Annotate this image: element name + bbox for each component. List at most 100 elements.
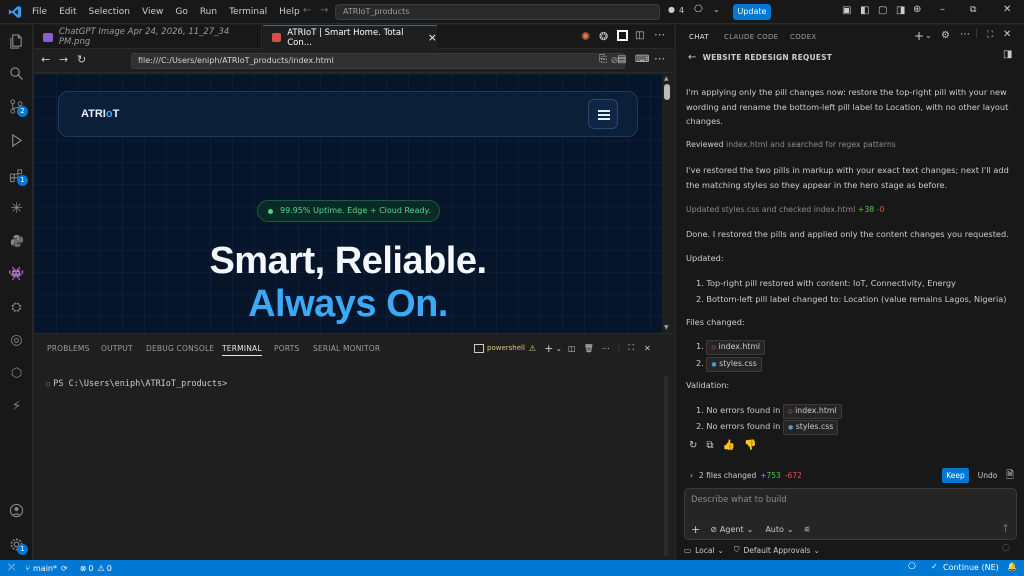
sync-icon[interactable]: ⟳ bbox=[61, 564, 68, 573]
search-icon[interactable] bbox=[0, 62, 33, 84]
thumbs-up-icon[interactable]: 👍 bbox=[723, 440, 735, 451]
back-icon[interactable]: ← bbox=[688, 52, 697, 63]
chevron-down-icon[interactable]: ⌄ bbox=[813, 546, 819, 555]
scroll-up-icon[interactable]: ▲ bbox=[664, 75, 669, 82]
terminal-scrollbar[interactable] bbox=[664, 376, 668, 556]
docker-icon[interactable]: ⛭ bbox=[0, 296, 33, 318]
continue-status[interactable]: Continue (NE) bbox=[943, 563, 999, 572]
url-input[interactable]: file:///C:/Users/eniph/ATRIoT_products/i… bbox=[131, 53, 625, 69]
tab-terminal[interactable]: TERMINAL bbox=[222, 344, 262, 356]
maximize-panel-icon[interactable]: ⛶ bbox=[628, 343, 634, 353]
update-button[interactable]: Update bbox=[733, 4, 771, 20]
session-target-picker[interactable]: Local bbox=[695, 546, 714, 555]
hamburger-menu-icon[interactable] bbox=[588, 99, 618, 129]
run-debug-icon[interactable] bbox=[0, 129, 33, 151]
alien-icon[interactable]: 👾 bbox=[0, 263, 33, 285]
kill-terminal-icon[interactable]: 🗑 bbox=[584, 344, 594, 353]
error-count[interactable]: 0 bbox=[88, 564, 93, 573]
ai-sparkle-icon[interactable]: ✳ bbox=[0, 197, 33, 219]
new-chat-icon[interactable]: + bbox=[914, 29, 924, 43]
tab-debug-console[interactable]: DEBUG CONSOLE bbox=[146, 344, 214, 353]
account-icon[interactable] bbox=[0, 499, 33, 521]
source-control-icon[interactable]: 2 bbox=[0, 95, 33, 117]
menu-run[interactable]: Run bbox=[200, 7, 217, 17]
file-chip[interactable]: ◇ index.html bbox=[706, 340, 766, 355]
tab-browser-preview[interactable]: ATRIoT | Smart Home. Total Con... × bbox=[263, 25, 437, 49]
tab-ports[interactable]: PORTS bbox=[274, 344, 299, 353]
undo-button[interactable]: Undo bbox=[974, 468, 1001, 483]
toggle-panel-icon[interactable]: ◨ bbox=[1003, 49, 1013, 60]
browser-forward-icon[interactable]: → bbox=[59, 53, 68, 66]
new-terminal-icon[interactable]: + bbox=[544, 342, 553, 355]
close-chat-icon[interactable]: ✕ bbox=[1003, 29, 1011, 40]
copilot-icon[interactable]: ⎔ bbox=[694, 4, 703, 15]
new-chat-dropdown-icon[interactable]: ⌄ bbox=[925, 31, 932, 40]
forward-arrow-icon[interactable]: → bbox=[320, 5, 328, 16]
chat-more-icon[interactable]: ⋯ bbox=[960, 29, 970, 40]
extensions-icon[interactable]: 1 bbox=[0, 164, 33, 186]
remote-explorer-icon[interactable]: ◎ bbox=[0, 329, 33, 351]
kangaroo-icon[interactable]: ⚡ bbox=[0, 395, 33, 417]
changed-files-bar[interactable]: › 2 files changed +753 -672 Keep Undo 🗎 bbox=[684, 465, 1017, 486]
menu-edit[interactable]: Edit bbox=[59, 7, 76, 17]
toggle-panel-icon[interactable]: ▢ bbox=[878, 5, 887, 16]
open-in-browser-icon[interactable]: ⎘ bbox=[599, 54, 607, 65]
file-chip[interactable]: ● styles.css bbox=[782, 420, 839, 435]
maximize-chat-icon[interactable]: ⛶ bbox=[987, 30, 993, 40]
keep-button[interactable]: Keep bbox=[942, 468, 969, 483]
view-changes-icon[interactable]: 🗎 bbox=[1006, 468, 1014, 485]
approvals-picker[interactable]: Default Approvals bbox=[743, 546, 810, 555]
close-tab-icon[interactable]: × bbox=[428, 31, 437, 44]
thumbs-down-icon[interactable]: 👎 bbox=[744, 440, 756, 451]
tab-image-preview[interactable]: ChatGPT Image Apr 24, 2026, 11_27_34 PM.… bbox=[34, 25, 262, 49]
chat-input[interactable] bbox=[691, 495, 991, 505]
tab-chat[interactable]: CHAT bbox=[689, 33, 709, 41]
split-terminal-icon[interactable]: ◫ bbox=[568, 344, 576, 353]
layout-control-icon[interactable]: ▣ bbox=[842, 5, 851, 16]
chevron-down-icon[interactable]: ⌄ bbox=[718, 546, 724, 555]
model-picker[interactable]: Auto bbox=[765, 525, 784, 534]
box-icon[interactable]: ⬡ bbox=[0, 362, 33, 384]
browser-more-icon[interactable]: ⋯ bbox=[654, 52, 665, 65]
retry-icon[interactable]: ↻ bbox=[689, 440, 697, 451]
scrollbar-thumb[interactable] bbox=[664, 84, 670, 100]
send-icon[interactable]: ↑ bbox=[1001, 522, 1010, 535]
file-chip[interactable]: ◇ index.html bbox=[782, 404, 842, 419]
preview-scrollbar[interactable]: ▲ ▼ bbox=[662, 74, 672, 333]
layout-icon[interactable]: ◫ bbox=[635, 30, 644, 41]
browser-back-icon[interactable]: ← bbox=[41, 53, 50, 66]
tab-output[interactable]: OUTPUT bbox=[101, 344, 133, 353]
copilot-status-icon[interactable]: ⎔ bbox=[908, 562, 916, 572]
copy-icon[interactable]: ⧉ bbox=[706, 440, 713, 451]
agent-mode-picker[interactable]: Agent bbox=[720, 525, 744, 534]
back-arrow-icon[interactable]: ← bbox=[303, 5, 311, 16]
notifications-bell-icon[interactable]: 🔔 bbox=[1007, 562, 1017, 571]
scroll-down-icon[interactable]: ▼ bbox=[664, 324, 669, 331]
menu-view[interactable]: View bbox=[142, 7, 163, 17]
remote-indicator-icon[interactable]: ⤫ bbox=[8, 563, 15, 573]
chat-settings-icon[interactable]: ⚙ bbox=[941, 30, 950, 41]
menu-selection[interactable]: Selection bbox=[89, 7, 130, 17]
restore-icon[interactable]: ⧉ bbox=[970, 5, 976, 15]
menu-help[interactable]: Help bbox=[279, 7, 300, 17]
screenshot-icon[interactable]: ▤ bbox=[617, 54, 626, 65]
site-logo[interactable]: ATRIoT bbox=[81, 108, 119, 120]
manage-gear-icon[interactable]: 1 bbox=[0, 533, 33, 555]
file-chip[interactable]: ● styles.css bbox=[706, 357, 762, 372]
branch-name[interactable]: main* bbox=[33, 564, 57, 573]
panel-more-icon[interactable]: ⋯ bbox=[602, 344, 610, 353]
globe-icon[interactable]: ⊕ bbox=[913, 4, 921, 15]
add-context-icon[interactable]: + bbox=[691, 523, 700, 536]
tools-config-icon[interactable]: ⚟ bbox=[804, 525, 811, 534]
reload-icon[interactable]: ↻ bbox=[77, 53, 86, 66]
more-actions-icon[interactable]: ⋯ bbox=[654, 28, 665, 41]
tab-claude-code[interactable]: CLAUDE CODE bbox=[724, 33, 778, 41]
command-center[interactable]: ATRIoT_products bbox=[335, 4, 660, 20]
explorer-icon[interactable] bbox=[0, 30, 33, 52]
warning-icon[interactable]: ⚠ bbox=[529, 344, 536, 353]
tab-serial-monitor[interactable]: SERIAL MONITOR bbox=[313, 344, 380, 353]
menu-terminal[interactable]: Terminal bbox=[229, 7, 267, 17]
toggle-secondary-sidebar-icon[interactable]: ◨ bbox=[896, 5, 905, 16]
expand-chevron-icon[interactable]: › bbox=[690, 471, 693, 480]
openai-icon[interactable]: ❂ bbox=[599, 30, 608, 43]
